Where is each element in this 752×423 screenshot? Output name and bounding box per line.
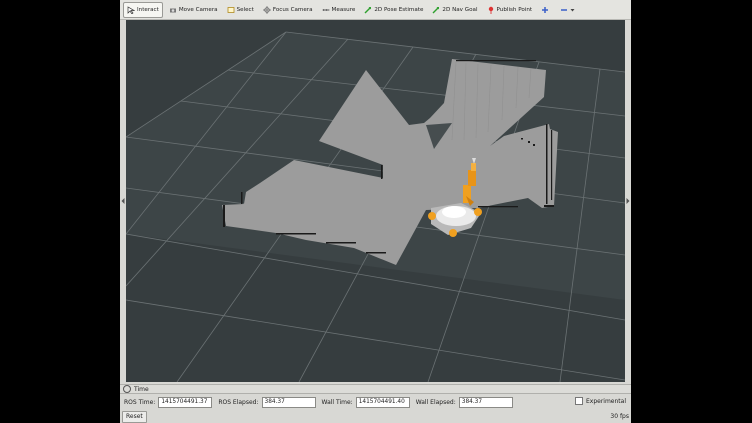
cursor-icon xyxy=(127,5,136,15)
move-camera-label: Move Camera xyxy=(178,6,218,13)
plus-icon xyxy=(541,6,549,14)
move-camera-tool[interactable]: Move Camera xyxy=(166,3,221,17)
chevron-down-icon xyxy=(570,6,575,14)
interact-label: Interact xyxy=(137,6,159,13)
nav-goal-label: 2D Nav Goal xyxy=(442,6,478,13)
crosshair-icon xyxy=(262,5,271,14)
select-label: Select xyxy=(236,6,254,13)
experimental-label: Experimental xyxy=(585,397,626,405)
ros-elapsed-label: ROS Elapsed: xyxy=(218,398,259,406)
clock-icon xyxy=(123,385,131,393)
add-tool-button[interactable] xyxy=(538,3,554,17)
measure-tool[interactable]: Measure xyxy=(319,3,359,17)
green-arrow-icon xyxy=(432,6,440,14)
3d-viewport[interactable] xyxy=(126,20,625,382)
ros-time-label: ROS Time: xyxy=(124,398,156,406)
reset-button[interactable]: Reset xyxy=(122,410,147,423)
remove-tool-menu[interactable] xyxy=(557,3,580,17)
publish-point-tool[interactable]: Publish Point xyxy=(484,3,536,17)
wall-elapsed-field[interactable]: 384.37 xyxy=(458,396,513,408)
select-box-icon xyxy=(227,6,235,14)
checkbox-box[interactable] xyxy=(574,397,583,405)
wall-time-label: Wall Time: xyxy=(321,398,353,406)
publish-point-label: Publish Point xyxy=(496,6,533,13)
ros-elapsed-field[interactable]: 384.37 xyxy=(261,396,316,408)
right-panel-handle[interactable] xyxy=(625,196,631,206)
time-panel-title: Time xyxy=(120,384,631,394)
minus-icon xyxy=(560,6,568,14)
experimental-checkbox[interactable]: Experimental xyxy=(574,397,626,405)
ruler-icon xyxy=(322,6,330,14)
wall-elapsed-label: Wall Elapsed: xyxy=(415,398,456,406)
focus-camera-tool[interactable]: Focus Camera xyxy=(260,3,316,17)
status-bar: Reset 30 fps xyxy=(120,410,631,423)
nav-goal-tool[interactable]: 2D Nav Goal xyxy=(429,3,480,17)
pin-icon xyxy=(487,6,495,14)
focus-camera-label: Focus Camera xyxy=(272,6,313,13)
fps-readout: 30 fps xyxy=(610,413,629,420)
camera-icon xyxy=(169,6,177,14)
time-panel: ROS Time: 1415704491.37 ROS Elapsed: 384… xyxy=(120,395,631,409)
toolbar: Interact Move Camera Select Focus Camera… xyxy=(120,0,631,20)
wall-time-field[interactable]: 1415704491.40 xyxy=(355,396,410,408)
time-panel-title-text: Time xyxy=(134,385,149,393)
pose-estimate-label: 2D Pose Estimate xyxy=(374,6,424,13)
rviz-window: Interact Move Camera Select Focus Camera… xyxy=(120,0,631,423)
green-arrow-icon xyxy=(364,6,372,14)
select-tool[interactable]: Select xyxy=(224,3,257,17)
interact-tool[interactable]: Interact xyxy=(123,1,163,18)
measure-label: Measure xyxy=(331,6,356,13)
ros-time-field[interactable]: 1415704491.37 xyxy=(158,396,213,408)
pose-estimate-tool[interactable]: 2D Pose Estimate xyxy=(361,3,426,17)
